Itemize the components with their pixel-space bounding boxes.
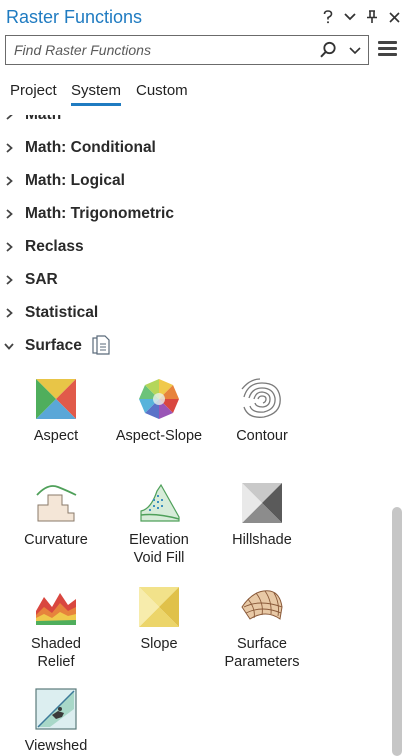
function-shaded-relief[interactable]: Shaded Relief bbox=[6, 585, 106, 671]
viewshed-icon bbox=[35, 688, 77, 730]
function-label-line1: Surface bbox=[237, 636, 287, 652]
function-aspect-slope[interactable]: Aspect-Slope bbox=[109, 377, 209, 445]
pin-icon[interactable] bbox=[364, 7, 380, 27]
function-viewshed[interactable]: Viewshed bbox=[6, 687, 106, 755]
tab-strip: Project System Custom bbox=[0, 80, 407, 106]
tab-system[interactable]: System bbox=[71, 82, 122, 106]
function-label: Curvature bbox=[24, 532, 88, 548]
search-icon[interactable] bbox=[319, 41, 337, 59]
chevron-right-icon bbox=[6, 209, 13, 219]
category-sar[interactable]: SAR bbox=[0, 265, 388, 295]
tab-project[interactable]: Project bbox=[10, 82, 57, 103]
search-dropdown-icon[interactable] bbox=[348, 44, 362, 56]
function-aspect[interactable]: Aspect bbox=[6, 377, 106, 445]
chevron-right-icon bbox=[6, 242, 13, 252]
category-label: Math: Conditional bbox=[25, 139, 156, 156]
function-surface-parameters[interactable]: Surface Parameters bbox=[212, 585, 312, 671]
function-label: Contour bbox=[236, 428, 288, 444]
scrollbar-thumb[interactable] bbox=[392, 507, 402, 756]
elevation-void-fill-icon bbox=[140, 483, 180, 522]
function-label: Aspect-Slope bbox=[115, 428, 203, 444]
category-label: Math: Trigonometric bbox=[25, 205, 174, 222]
chevron-right-icon bbox=[6, 115, 13, 120]
function-label-line1: Shaded bbox=[31, 636, 81, 652]
function-slope[interactable]: Slope bbox=[109, 585, 209, 653]
document-icon[interactable] bbox=[92, 335, 110, 356]
chevron-right-icon bbox=[6, 308, 13, 318]
function-elevation-void-fill[interactable]: Elevation Void Fill bbox=[109, 481, 209, 567]
category-label: Surface bbox=[25, 337, 82, 354]
shaded-relief-icon bbox=[36, 593, 76, 625]
pane-title: Raster Functions bbox=[6, 7, 143, 27]
category-statistical[interactable]: Statistical bbox=[0, 298, 388, 328]
menu-icon[interactable] bbox=[377, 38, 399, 60]
function-label-line2: Parameters bbox=[224, 654, 300, 670]
function-label: Hillshade bbox=[232, 532, 292, 548]
function-label: Slope bbox=[140, 636, 178, 652]
function-label-line1: Elevation bbox=[129, 532, 189, 548]
category-math-trigonometric[interactable]: Math: Trigonometric bbox=[0, 199, 388, 229]
function-label-line2: Relief bbox=[37, 654, 75, 670]
close-icon[interactable] bbox=[386, 7, 402, 27]
surface-parameters-icon bbox=[241, 590, 283, 620]
tab-custom[interactable]: Custom bbox=[136, 82, 188, 103]
chevron-right-icon bbox=[6, 143, 13, 153]
function-label: Elevation Void Fill bbox=[109, 531, 209, 567]
chevron-right-icon bbox=[6, 176, 13, 186]
help-icon[interactable] bbox=[320, 7, 336, 27]
category-math-logical[interactable]: Math: Logical bbox=[0, 166, 388, 196]
aspect-icon bbox=[36, 379, 76, 419]
function-label: Aspect bbox=[33, 428, 79, 444]
chevron-right-icon bbox=[6, 275, 13, 285]
function-curvature[interactable]: Curvature bbox=[6, 481, 106, 549]
hillshade-icon bbox=[242, 483, 282, 523]
category-label: Statistical bbox=[25, 304, 99, 321]
curvature-icon bbox=[36, 485, 77, 522]
function-label: Viewshed bbox=[24, 738, 88, 754]
slope-icon bbox=[139, 587, 179, 627]
function-label: Surface Parameters bbox=[212, 635, 312, 671]
category-math-conditional[interactable]: Math: Conditional bbox=[0, 133, 388, 163]
category-surface[interactable]: Surface bbox=[0, 331, 388, 361]
category-label: Math bbox=[25, 115, 61, 124]
chevron-down-icon[interactable] bbox=[342, 7, 358, 27]
function-label-line2: Void Fill bbox=[133, 550, 185, 566]
category-label: Math: Logical bbox=[25, 172, 125, 189]
category-reclass[interactable]: Reclass bbox=[0, 232, 388, 262]
function-list: Math Math: Conditional Math: Logical Mat… bbox=[0, 115, 388, 756]
function-hillshade[interactable]: Hillshade bbox=[212, 481, 312, 549]
contour-icon bbox=[241, 378, 281, 418]
chevron-down-icon bbox=[4, 343, 14, 350]
function-contour[interactable]: Contour bbox=[212, 377, 312, 445]
search-input[interactable] bbox=[6, 36, 306, 64]
category-math[interactable]: Math bbox=[0, 115, 388, 130]
category-label: Reclass bbox=[25, 238, 84, 255]
search-box bbox=[5, 35, 369, 65]
title-bar: Raster Functions bbox=[0, 0, 407, 36]
function-label: Shaded Relief bbox=[6, 635, 106, 671]
category-label: SAR bbox=[25, 271, 58, 288]
aspect-slope-icon bbox=[139, 379, 179, 419]
